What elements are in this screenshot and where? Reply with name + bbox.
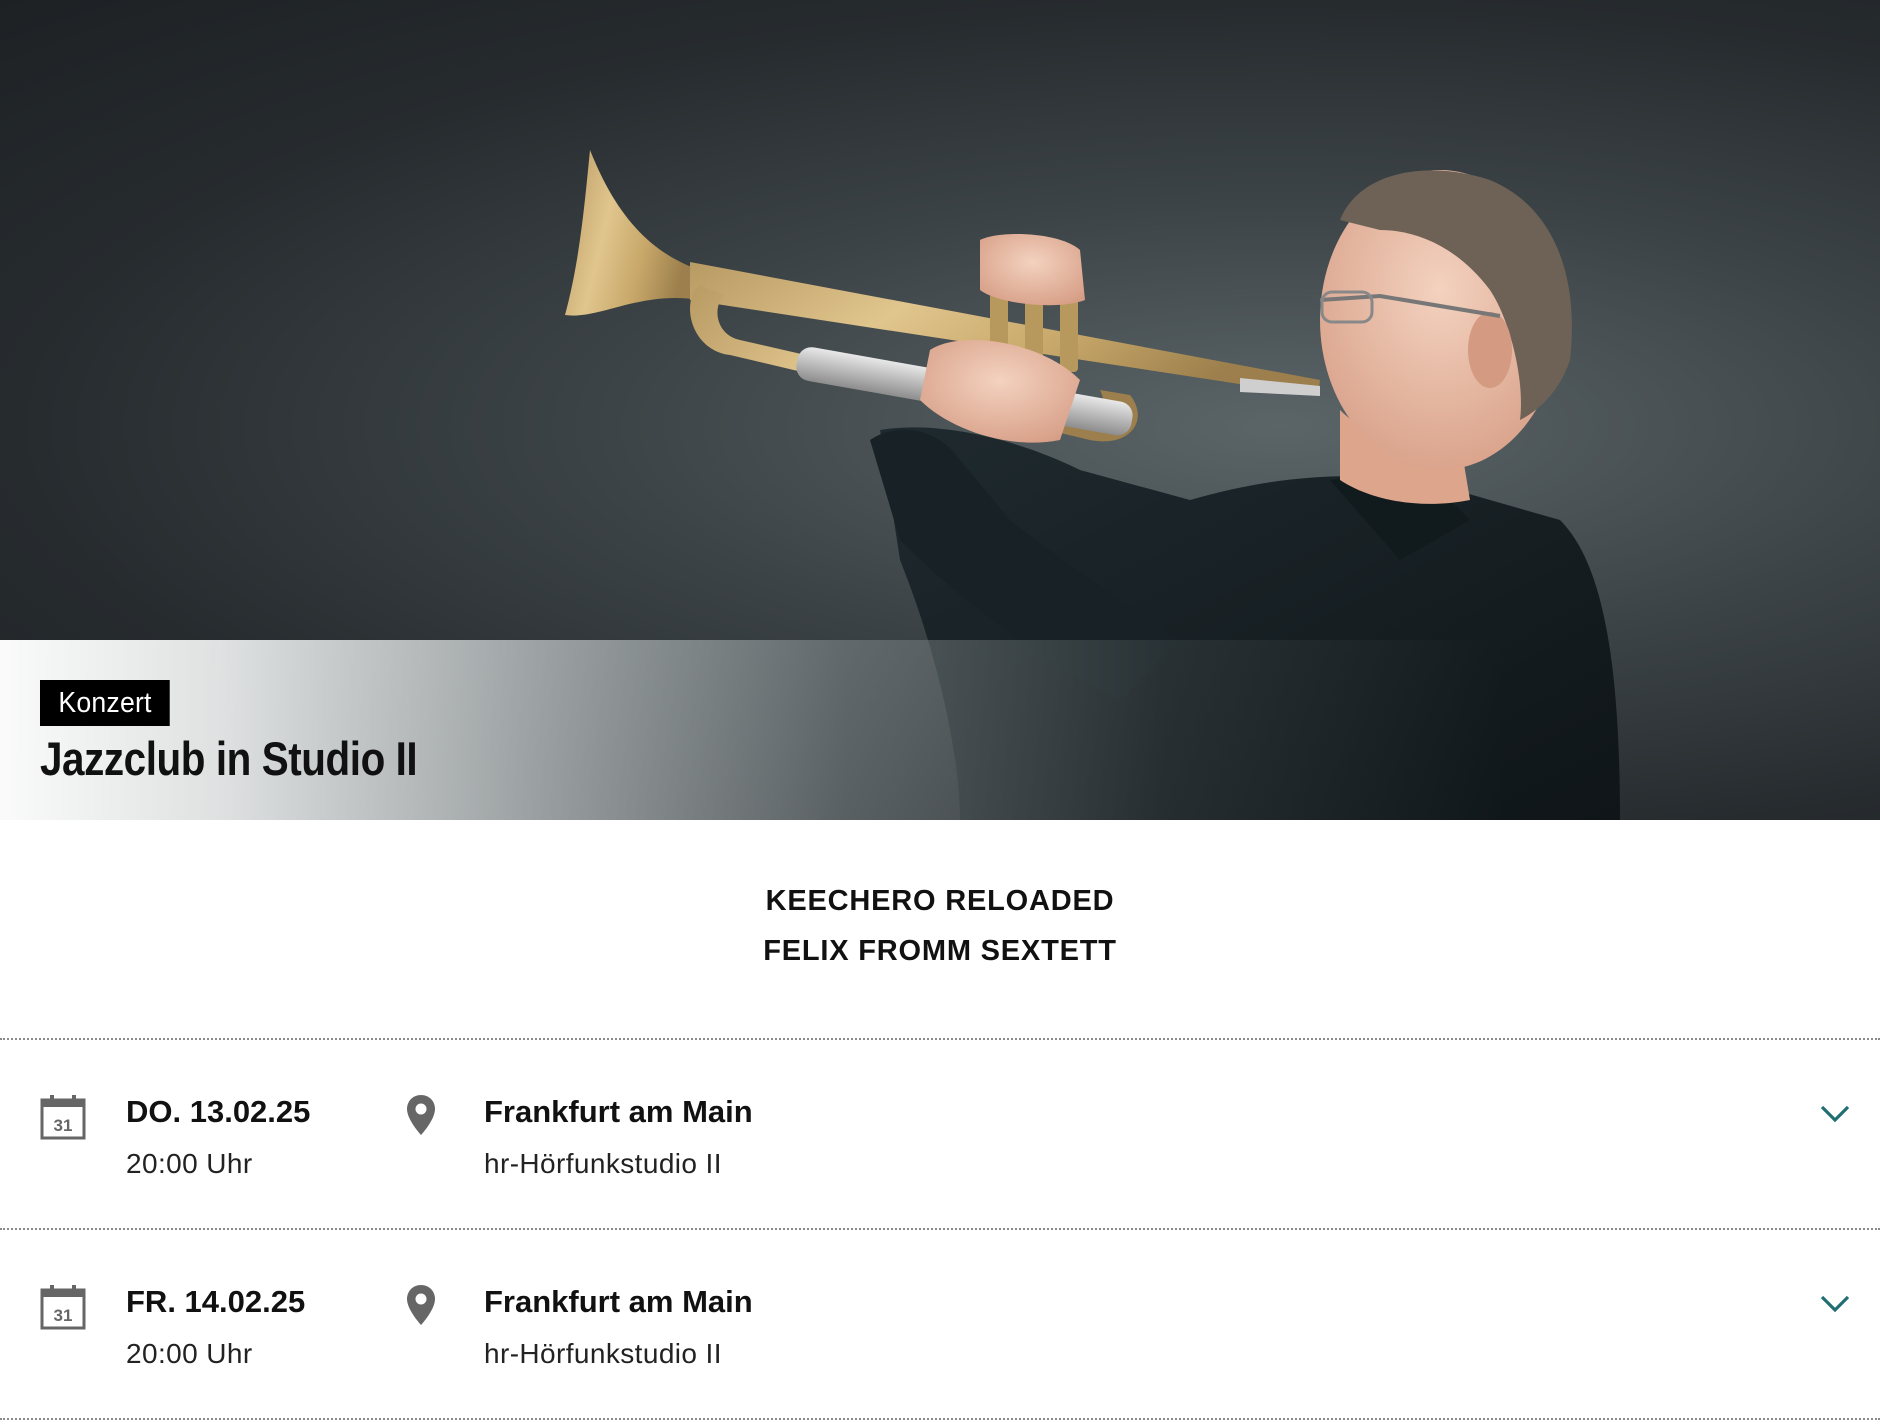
event-time: 20:00 Uhr xyxy=(126,1338,253,1369)
chevron-down-icon[interactable] xyxy=(1818,1288,1852,1318)
page-title: Jazzclub in Studio II xyxy=(40,732,418,785)
act-name: FELIX FROMM SEXTETT xyxy=(763,935,1117,967)
event-city: Frankfurt am Main xyxy=(484,1094,753,1129)
calendar-icon: 31 xyxy=(40,1285,86,1330)
event-date: FR. 14.02.25 xyxy=(126,1284,306,1319)
location-pin-icon xyxy=(407,1285,435,1325)
event-dates-list: 31 DO. 13.02.25 20:00 Uhr Frankfurt am M… xyxy=(0,1038,1880,1420)
act-name: KEECHERO RELOADED xyxy=(765,885,1115,917)
svg-text:31: 31 xyxy=(54,1116,73,1135)
event-row[interactable]: 31 FR. 14.02.25 20:00 Uhr Frankfurt am M… xyxy=(0,1230,1880,1418)
hero-banner: Konzert Jazzclub in Studio II xyxy=(0,0,1880,820)
event-row[interactable]: 31 DO. 13.02.25 20:00 Uhr Frankfurt am M… xyxy=(0,1040,1880,1228)
calendar-icon: 31 xyxy=(40,1095,86,1140)
event-venue: hr-Hörfunkstudio II xyxy=(484,1148,722,1179)
svg-text:31: 31 xyxy=(54,1306,73,1325)
event-date: DO. 13.02.25 xyxy=(126,1094,311,1129)
category-tag: Konzert xyxy=(40,680,171,726)
acts-list: KEECHERO RELOADED FELIX FROMM SEXTETT xyxy=(0,876,1880,976)
event-time: 20:00 Uhr xyxy=(126,1148,253,1179)
chevron-down-icon[interactable] xyxy=(1818,1098,1852,1128)
divider xyxy=(0,1418,1880,1420)
location-pin-icon xyxy=(407,1095,435,1135)
event-venue: hr-Hörfunkstudio II xyxy=(484,1338,722,1369)
event-city: Frankfurt am Main xyxy=(484,1284,753,1319)
